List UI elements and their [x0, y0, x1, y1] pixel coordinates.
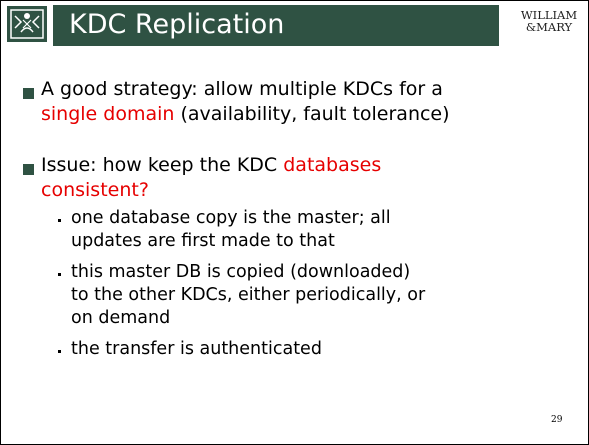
slide-header: KDC Replication WILLIAM &MARY: [1, 1, 588, 51]
wordmark-line: &MARY: [525, 20, 573, 34]
bullet-text: A good strategy: allow multiple KDCs for…: [41, 78, 443, 100]
sub-bullet-line: updates are first made to that: [71, 231, 335, 251]
bullet-text: Issue: how keep the KDC: [41, 154, 284, 176]
sub-bullet-dot-icon: [58, 350, 61, 353]
bullet-text: (availability, fault tolerance): [174, 103, 450, 125]
bullet-line: Issue: how keep the KDC databases: [41, 153, 381, 178]
highlight-text: consistent?: [41, 179, 149, 201]
title-bar: KDC Replication: [53, 5, 499, 46]
slide: KDC Replication WILLIAM &MARY A good str…: [0, 0, 589, 445]
bullet-square-icon: [23, 164, 34, 175]
page-number: 29: [551, 415, 563, 425]
bullet-square-icon: [23, 88, 34, 99]
sub-bullet-line: one database copy is the master; all: [71, 208, 391, 228]
slide-title: KDC Replication: [69, 9, 285, 40]
crest-icon: [7, 6, 47, 42]
bullet-line: consistent?: [41, 178, 149, 203]
bullet-line: A good strategy: allow multiple KDCs for…: [41, 77, 443, 102]
wordmark: WILLIAM &MARY: [516, 9, 582, 33]
sub-bullet-line: to the other KDCs, either periodically, …: [71, 285, 426, 305]
bullet-line: single domain (availability, fault toler…: [41, 102, 450, 127]
sub-bullet-line: the transfer is authenticated: [71, 339, 322, 359]
sub-bullet-dot-icon: [58, 219, 61, 222]
sub-bullet-line: this master DB is copied (downloaded): [71, 262, 411, 282]
sub-bullet-dot-icon: [58, 273, 61, 276]
sub-bullet-line: on demand: [71, 308, 171, 328]
highlight-text: databases: [283, 154, 382, 176]
highlight-text: single domain: [41, 103, 175, 125]
